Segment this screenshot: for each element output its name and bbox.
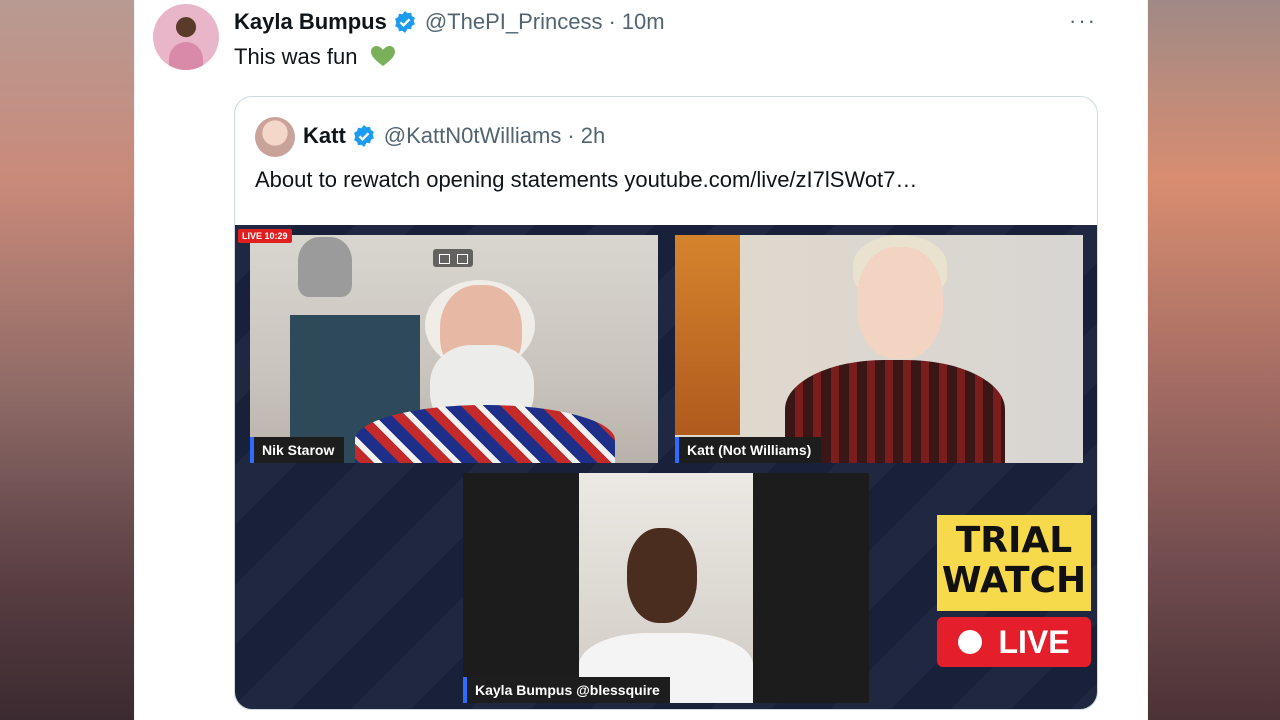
trial-label: TRIAL bbox=[955, 520, 1073, 561]
tweet-header: Kayla Bumpus @ThePI_Princess · 10m bbox=[234, 8, 665, 36]
quoted-handle[interactable]: @KattN0tWilliams bbox=[384, 123, 562, 149]
verified-badge-icon bbox=[353, 125, 374, 147]
quoted-header: Katt @KattN0tWilliams · 2h bbox=[303, 123, 605, 149]
tweet-panel: Kayla Bumpus @ThePI_Princess · 10m ··· T… bbox=[134, 0, 1148, 720]
letterbox-left bbox=[463, 473, 579, 703]
separator: · bbox=[608, 9, 616, 34]
live-timer: LIVE 10:29 bbox=[238, 229, 292, 243]
camera-feed-nik: Nik Starow bbox=[250, 235, 658, 463]
participant-name: Kayla Bumpus @blessquire bbox=[463, 677, 670, 703]
tweet-body: This was fun bbox=[234, 44, 358, 69]
camera-feed-katt: Katt (Not Williams) bbox=[675, 235, 1083, 463]
green-heart-icon bbox=[370, 46, 395, 66]
live-badge-label: LIVE bbox=[998, 623, 1070, 660]
poster bbox=[675, 235, 740, 435]
video-controls-icon[interactable] bbox=[433, 249, 473, 267]
avatar[interactable] bbox=[153, 4, 219, 70]
letterbox-right bbox=[753, 473, 869, 703]
live-badge: LIVE bbox=[937, 617, 1091, 667]
watch-label: WATCH bbox=[941, 560, 1087, 601]
quoted-timestamp[interactable]: 2h bbox=[581, 123, 605, 149]
more-options-icon[interactable]: ··· bbox=[1069, 8, 1097, 34]
tweet-text: This was fun bbox=[234, 44, 396, 70]
quoted-author-name[interactable]: Katt bbox=[303, 123, 346, 149]
video-media[interactable]: Nik Starow LIVE 10:29 Katt (Not Williams… bbox=[235, 225, 1097, 709]
quoted-text: About to rewatch opening statements yout… bbox=[255, 167, 918, 192]
trial-watch-logo: TRIAL WATCH bbox=[937, 515, 1091, 611]
participant-name: Nik Starow bbox=[250, 437, 345, 463]
author-name[interactable]: Kayla Bumpus bbox=[234, 9, 387, 35]
helmet bbox=[298, 237, 352, 297]
quoted-tweet[interactable]: Katt @KattN0tWilliams · 2h About to rewa… bbox=[234, 96, 1098, 710]
author-handle[interactable]: @ThePI_Princess bbox=[425, 9, 603, 35]
verified-badge-icon bbox=[394, 11, 415, 33]
timestamp[interactable]: 10m bbox=[622, 9, 665, 35]
background-right bbox=[1146, 0, 1280, 720]
separator: · bbox=[567, 123, 575, 148]
record-dot-icon bbox=[958, 630, 983, 654]
quoted-avatar[interactable] bbox=[255, 117, 295, 157]
camera-feed-kayla bbox=[579, 473, 753, 703]
background-left bbox=[0, 0, 134, 720]
participant-name: Katt (Not Williams) bbox=[675, 437, 822, 463]
